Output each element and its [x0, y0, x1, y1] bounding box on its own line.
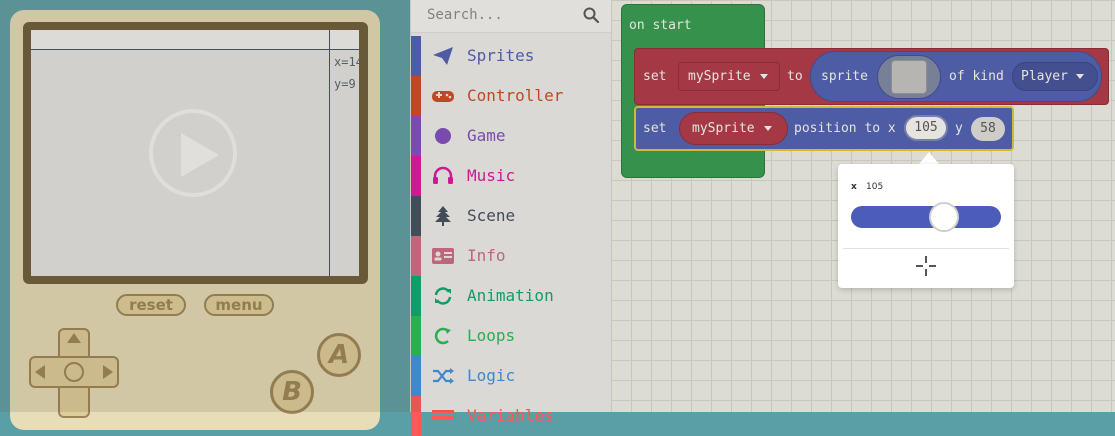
b-button[interactable]: B — [270, 370, 314, 414]
play-icon — [181, 133, 219, 177]
position-to-x-label: position to x — [794, 121, 896, 136]
category-label: Game — [467, 126, 506, 145]
tree-icon — [435, 206, 451, 226]
slider-field-value: 105 — [866, 182, 884, 192]
category-animation[interactable]: Animation — [411, 276, 611, 316]
category-label: Variables — [467, 406, 554, 425]
dpad-up-icon[interactable] — [67, 333, 81, 343]
chevron-down-icon — [760, 74, 768, 79]
category-color-bar — [411, 116, 421, 156]
a-button[interactable]: A — [317, 333, 361, 377]
search-input[interactable] — [427, 5, 577, 25]
category-color-bar — [411, 76, 421, 116]
to-label: to — [787, 69, 803, 84]
category-color-bar — [411, 396, 421, 436]
search-icon[interactable] — [583, 7, 599, 23]
chevron-down-icon — [1076, 74, 1084, 79]
headphones-icon — [433, 166, 453, 184]
shuffle-icon — [433, 368, 454, 384]
category-label: Music — [467, 166, 516, 185]
popup-pointer — [919, 152, 939, 164]
set-label: set — [643, 69, 667, 84]
simulator-panel: x=14 y=9 reset menu A B — [0, 0, 410, 430]
category-sprites[interactable]: Sprites — [411, 36, 611, 76]
category-logic[interactable]: Logic — [411, 356, 611, 396]
coordinate-y-readout: y=9 — [334, 77, 356, 91]
coordinate-guide-vertical — [329, 30, 330, 276]
sprite-label: sprite — [821, 69, 868, 84]
category-color-bar — [411, 356, 421, 396]
sprite-variable-label: mySprite — [692, 121, 755, 136]
dpad-center — [64, 362, 84, 382]
dpad-left-icon[interactable] — [35, 365, 45, 379]
category-label: Logic — [467, 366, 516, 385]
block-toolbox: Sprites Controller Game Music Scene Info… — [410, 0, 611, 436]
set-label: set — [643, 121, 667, 136]
category-label: Animation — [467, 286, 554, 305]
list-icon — [432, 410, 454, 419]
category-color-bar — [411, 236, 421, 276]
loop-icon — [434, 327, 451, 345]
chevron-down-icon — [764, 126, 772, 131]
slider-thumb[interactable] — [929, 202, 959, 232]
circle-icon — [435, 128, 451, 144]
slider-field-name: x — [851, 182, 857, 192]
reset-button[interactable]: reset — [116, 294, 186, 316]
variable-dropdown-label: mySprite — [688, 69, 751, 84]
on-start-label: on start — [629, 18, 692, 33]
category-label: Info — [467, 246, 506, 265]
kind-dropdown-label: Player — [1021, 69, 1068, 84]
image-preview[interactable] — [891, 60, 927, 94]
category-color-bar — [411, 156, 421, 196]
category-variables[interactable]: Variables — [411, 396, 611, 436]
y-label: y — [955, 121, 963, 136]
x-number-input[interactable]: 105 — [904, 115, 948, 141]
category-controller[interactable]: Controller — [411, 76, 611, 116]
refresh-icon — [434, 287, 452, 305]
of-kind-label: of kind — [949, 69, 1004, 84]
popup-divider — [843, 248, 1009, 249]
coordinate-x-readout: x=14 — [334, 55, 359, 69]
category-scene[interactable]: Scene — [411, 196, 611, 236]
slider-track[interactable] — [851, 206, 1001, 228]
screen-top-band — [31, 30, 359, 49]
gamepad-icon — [432, 91, 454, 102]
category-label: Sprites — [467, 46, 535, 65]
category-color-bar — [411, 276, 421, 316]
y-number-input[interactable]: 58 — [971, 117, 1005, 141]
toolbox-search — [411, 0, 611, 33]
category-color-bar — [411, 36, 421, 76]
category-label: Scene — [467, 206, 516, 225]
dpad-right-icon[interactable] — [103, 365, 113, 379]
category-game[interactable]: Game — [411, 116, 611, 156]
category-color-bar — [411, 196, 421, 236]
menu-button[interactable]: menu — [204, 294, 274, 316]
id-card-icon — [432, 248, 454, 264]
category-label: Controller — [467, 86, 564, 105]
category-label: Loops — [467, 326, 516, 345]
category-loops[interactable]: Loops — [411, 316, 611, 356]
paper-plane-icon — [433, 47, 453, 65]
category-info[interactable]: Info — [411, 236, 611, 276]
category-music[interactable]: Music — [411, 156, 611, 196]
crosshair-icon[interactable] — [914, 254, 938, 278]
category-color-bar — [411, 316, 421, 356]
coordinate-guide-horizontal — [31, 49, 359, 50]
